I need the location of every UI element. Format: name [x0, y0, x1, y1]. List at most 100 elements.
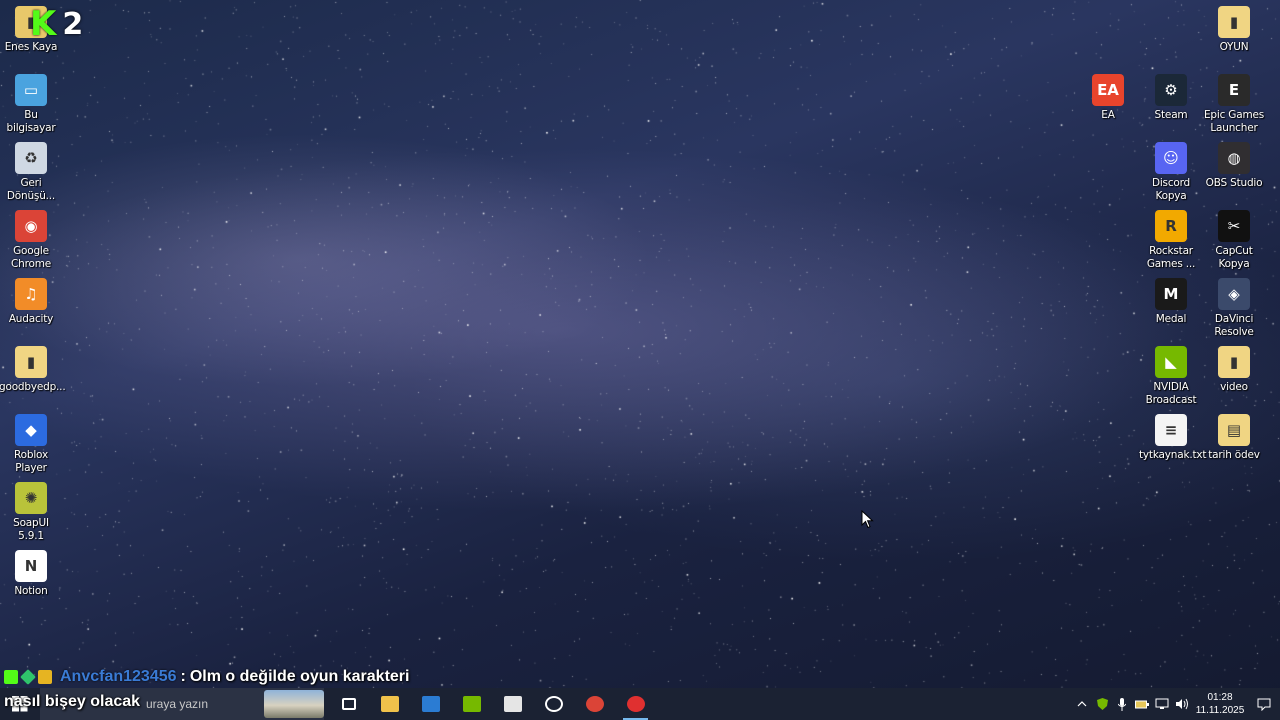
desktop-icon-label: goodbyedp...	[0, 381, 66, 393]
kick-badge-icon	[4, 670, 18, 684]
text-file-icon: ≡	[1155, 414, 1187, 446]
folder-icon: ▮	[1218, 346, 1250, 378]
taskbar-microsoft-store-button[interactable]	[410, 688, 451, 720]
nvidia-icon	[462, 696, 481, 712]
chrome-icon	[585, 696, 604, 712]
desktop-icon-notion[interactable]: N Notion	[0, 548, 63, 614]
kick-logo-icon: K	[30, 4, 57, 44]
desktop-icon-medal[interactable]: M Medal	[1139, 276, 1203, 342]
desktop-icon-label: Rockstar Games ...	[1146, 245, 1196, 270]
desktop-icon-capcut-kopya[interactable]: ✂ CapCut Kopya	[1202, 208, 1266, 274]
desktop-icon-label: CapCut Kopya	[1215, 245, 1253, 270]
discord-icon: ☺	[1155, 142, 1187, 174]
audacity-icon: ♫	[15, 278, 47, 310]
rockstar-icon: R	[1155, 210, 1187, 242]
chat-overlay-line: Anvcfan123456 : Olm o değilde oyun karak…	[4, 666, 409, 688]
taskbar-task-view-button[interactable]	[328, 688, 369, 720]
desktop-icon-label: Epic Games Launcher	[1203, 109, 1265, 134]
epic-games-icon: E	[1218, 74, 1250, 106]
desktop-icon-tytkaynak-txt[interactable]: ≡ tytkaynak.txt	[1139, 412, 1207, 478]
desktop-icon-bu-bilgisayar[interactable]: ▭ Bu bilgisayar	[0, 72, 63, 138]
taskbar-apps	[328, 688, 656, 720]
chat-message: Olm o değilde oyun karakteri	[189, 668, 410, 685]
desktop-icon-discord-kopya[interactable]: ☺ Discord Kopya	[1139, 140, 1203, 206]
desktop-icon-soapui-5-9-1[interactable]: ✺ SoapUI 5.9.1	[0, 480, 63, 546]
taskbar-obs-button[interactable]	[533, 688, 574, 720]
desktop-icon-label: DaVinci Resolve	[1214, 313, 1254, 338]
desktop-icon-label: video	[1220, 381, 1248, 393]
notification-center-icon[interactable]	[1248, 688, 1280, 720]
chat-username: Anvcfan123456	[60, 668, 177, 685]
chat-separator: :	[180, 668, 186, 685]
desktop-icon-oyun[interactable]: ▮ OYUN	[1202, 4, 1266, 70]
verified-badge-icon	[20, 669, 36, 685]
desktop-icon-label: Discord Kopya	[1151, 177, 1191, 202]
search-placeholder: uraya yazın	[146, 697, 209, 711]
search-highlight-image	[264, 690, 324, 718]
recycle-bin-icon: ♻	[15, 142, 47, 174]
taskbar-epic-games-button[interactable]	[492, 688, 533, 720]
desktop-icon-audacity[interactable]: ♫ Audacity	[0, 276, 63, 342]
microsoft-store-icon	[421, 696, 440, 712]
obs-icon: ◍	[1218, 142, 1250, 174]
desktop-icon-obs-studio[interactable]: ◍ OBS Studio	[1202, 140, 1266, 206]
desktop-icon-davinci-resolve[interactable]: ◈ DaVinci Resolve	[1202, 276, 1266, 342]
desktop-icon-label: Geri Dönüşü...	[6, 177, 56, 202]
battery-icon[interactable]	[1132, 688, 1152, 720]
epic-games-icon	[503, 696, 522, 712]
microphone-icon[interactable]	[1112, 688, 1132, 720]
soapui-icon: ✺	[15, 482, 47, 514]
desktop-icon-google-chrome[interactable]: ◉ Google Chrome	[0, 208, 63, 274]
computer-icon: ▭	[15, 74, 47, 106]
desktop-icon-geri-d-n[interactable]: ♻ Geri Dönüşü...	[0, 140, 63, 206]
taskbar: uraya yazın 01:28 11.11.2025	[0, 688, 1280, 720]
clock-time: 01:28	[1207, 692, 1233, 703]
volume-icon[interactable]	[1172, 688, 1192, 720]
nvidia-icon: ◣	[1155, 346, 1187, 378]
desktop-icon-label: Roblox Player	[14, 449, 48, 474]
desktop-icon-video[interactable]: ▮ video	[1202, 344, 1266, 410]
taskbar-chrome-button[interactable]	[574, 688, 615, 720]
desktop-icon-label: NVIDIA Broadcast	[1145, 381, 1197, 406]
taskbar-nvidia-button[interactable]	[451, 688, 492, 720]
mouse-cursor-icon	[861, 510, 874, 529]
system-tray: 01:28 11.11.2025	[1072, 688, 1280, 720]
taskbar-file-explorer-button[interactable]	[369, 688, 410, 720]
desktop-icon-tarih-dev[interactable]: ▤ tarih ödev	[1202, 412, 1266, 478]
ea-icon: EA	[1092, 74, 1124, 106]
desktop-icon-nvidia-broadcast[interactable]: ◣ NVIDIA Broadcast	[1139, 344, 1203, 410]
document-icon: ▤	[1218, 414, 1250, 446]
taskbar-recording-app-button[interactable]	[615, 688, 656, 720]
shield-icon[interactable]	[1092, 688, 1112, 720]
desktop: ▮ Enes Kaya ▭ Bu bilgisayar ♻ Geri Dönüşü... ◉…	[0, 0, 1280, 688]
desktop-icon-label: Medal	[1155, 313, 1187, 325]
desktop-icon-label: Steam	[1154, 109, 1188, 121]
desktop-icon-label: EA	[1101, 109, 1115, 121]
desktop-icon-label: OBS Studio	[1205, 177, 1263, 189]
recording-app-icon	[626, 696, 645, 712]
desktop-icon-label: tytkaynak.txt	[1139, 449, 1207, 461]
desktop-icon-ea[interactable]: EA EA	[1076, 72, 1140, 138]
taskbar-clock[interactable]: 01:28 11.11.2025	[1192, 691, 1248, 717]
desktop-icon-label: Google Chrome	[11, 245, 51, 270]
task-view-icon	[341, 698, 356, 710]
desktop-icon-label: tarih ödev	[1208, 449, 1260, 461]
desktop-icon-steam[interactable]: ⚙ Steam	[1139, 72, 1203, 138]
obs-icon	[544, 696, 563, 712]
network-icon[interactable]	[1152, 688, 1172, 720]
roblox-icon: ◆	[15, 414, 47, 446]
medal-icon: M	[1155, 278, 1187, 310]
desktop-icon-rockstar-games[interactable]: R Rockstar Games ...	[1139, 208, 1203, 274]
chat-badges	[4, 669, 52, 685]
desktop-icon-roblox-player[interactable]: ◆ Roblox Player	[0, 412, 63, 478]
kick-overlay-number: 2	[62, 6, 84, 42]
desktop-icon-epic-games-launcher[interactable]: E Epic Games Launcher	[1202, 72, 1266, 138]
notion-icon: N	[15, 550, 47, 582]
chevron-up-icon[interactable]	[1072, 688, 1092, 720]
capcut-icon: ✂	[1218, 210, 1250, 242]
folder-icon: ▮	[15, 346, 47, 378]
folder-icon: ▮	[1218, 6, 1250, 38]
chrome-icon: ◉	[15, 210, 47, 242]
desktop-icon-label: OYUN	[1219, 41, 1249, 53]
desktop-icon-goodbyedp[interactable]: ▮ goodbyedp...	[0, 344, 66, 410]
